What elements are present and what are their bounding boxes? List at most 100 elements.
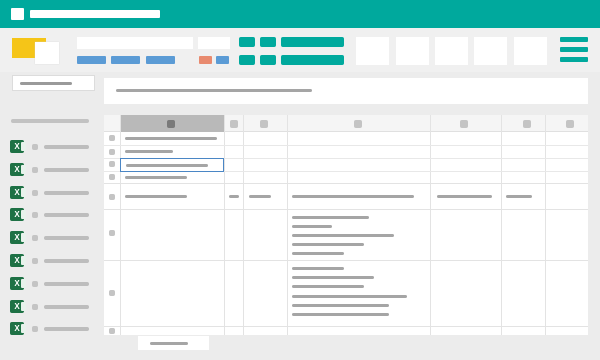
ribbon-large-button-5[interactable] [514,37,547,65]
teal-button-4[interactable] [239,55,255,65]
teal-button-5[interactable] [260,55,276,65]
excel-file-icon: X [10,140,26,153]
cell-content [125,176,187,179]
row-header-3[interactable] [109,161,115,167]
teal-button-2[interactable] [260,37,276,47]
cell-content-line [292,313,389,316]
file-name-placeholder [44,236,89,241]
excel-file-icon: X [10,208,26,222]
ribbon-large-button-1[interactable] [356,37,389,65]
font-size-field[interactable] [198,37,230,49]
ribbon-blue-button-3[interactable] [146,56,175,64]
file-name-placeholder [44,281,89,286]
row-header-4[interactable] [109,174,115,180]
excel-file-icon: X [10,254,26,267]
cell-content [125,195,187,198]
cell-content [292,195,414,198]
ribbon-large-button-4[interactable] [474,37,507,65]
formula-bar[interactable] [104,78,588,104]
file-status-dot [32,326,38,333]
window-icon [11,8,24,20]
column-header-icon-6[interactable] [523,120,531,128]
selected-cell[interactable] [120,158,224,172]
row-header-2[interactable] [109,149,115,155]
sidebar-file-item[interactable]: X [10,231,95,245]
column-header-icon-2[interactable] [230,120,238,128]
file-status-dot [32,280,38,287]
file-name-placeholder [44,145,89,149]
sidebar-file-item[interactable]: X [10,299,95,314]
file-name-placeholder [44,304,89,309]
column-header-icon-3[interactable] [260,120,268,128]
file-name-placeholder [44,167,89,172]
ribbon-blue-button-1[interactable] [77,56,106,64]
file-name-placeholder [44,190,89,195]
file-status-dot [32,189,38,196]
file-status-dot [32,166,38,173]
column-header-icon-7[interactable] [566,120,574,128]
spreadsheet-grid[interactable] [104,115,588,335]
cell-content-line [292,267,344,270]
column-header-icon-5[interactable] [460,120,468,128]
cell-content-line [292,252,344,255]
sidebar-file-item[interactable]: X [10,322,95,336]
file-status-dot [32,235,38,242]
ribbon-large-button-3[interactable] [435,37,468,65]
excel-file-icon: X [10,299,26,313]
row-header-1[interactable] [109,135,115,141]
ribbon-orange-button[interactable] [199,56,212,64]
file-name-placeholder [44,327,89,332]
excel-file-icon: X [10,185,26,199]
sidebar-file-item[interactable]: X [10,208,95,222]
teal-button-6[interactable] [281,55,344,65]
sidebar-file-item[interactable]: X [10,140,95,154]
row-header-6[interactable] [109,230,115,236]
file-status-dot [32,303,38,310]
file-status-dot [32,212,38,219]
file-status-dot [32,144,38,150]
excel-file-icon: X [10,322,26,336]
cell-content-line [292,285,364,288]
document-name-field[interactable] [77,37,193,49]
cell-content [506,195,532,198]
sidebar-heading [11,119,89,123]
sheet-tab[interactable] [138,336,209,350]
cell-content [229,195,239,198]
file-name-placeholder [44,259,89,263]
excel-file-icon: X [10,162,26,176]
cell-content [437,195,492,198]
cell-content-line [292,225,332,228]
column-header-icon-4[interactable] [354,120,362,128]
sidebar-search-input[interactable] [12,75,95,91]
teal-button-1[interactable] [239,37,255,47]
cell-content [249,195,271,198]
cell-content-line [292,276,374,279]
ribbon-blue-button-2[interactable] [111,56,140,64]
file-status-dot [32,258,38,264]
row-header-8[interactable] [109,328,115,334]
excel-file-icon: X [10,231,26,245]
ribbon-small-blue-button[interactable] [216,56,229,64]
hamburger-menu-icon[interactable] [560,37,588,63]
cell-content-line [292,243,364,246]
excel-file-icon: X [10,276,26,290]
sidebar-file-item[interactable]: X [10,276,95,291]
sidebar-file-item[interactable]: X [10,162,95,177]
cell-content-line [292,295,407,298]
sidebar-file-item[interactable]: X [10,185,95,200]
cell-content-line [292,216,369,219]
app-logo-panel [35,42,59,64]
window-title [30,10,160,18]
ribbon [0,28,600,72]
teal-button-3[interactable] [281,37,344,47]
column-header-icon-1[interactable] [167,120,175,128]
file-name-placeholder [44,213,89,218]
sidebar-file-item[interactable]: X [10,254,95,268]
cell-content-line [292,304,389,307]
ribbon-large-button-2[interactable] [396,37,429,65]
row-header-7[interactable] [109,290,115,296]
row-header-5[interactable] [109,194,115,200]
cell-content-line [292,234,394,237]
cell-content [125,137,217,140]
cell-content [125,150,173,153]
